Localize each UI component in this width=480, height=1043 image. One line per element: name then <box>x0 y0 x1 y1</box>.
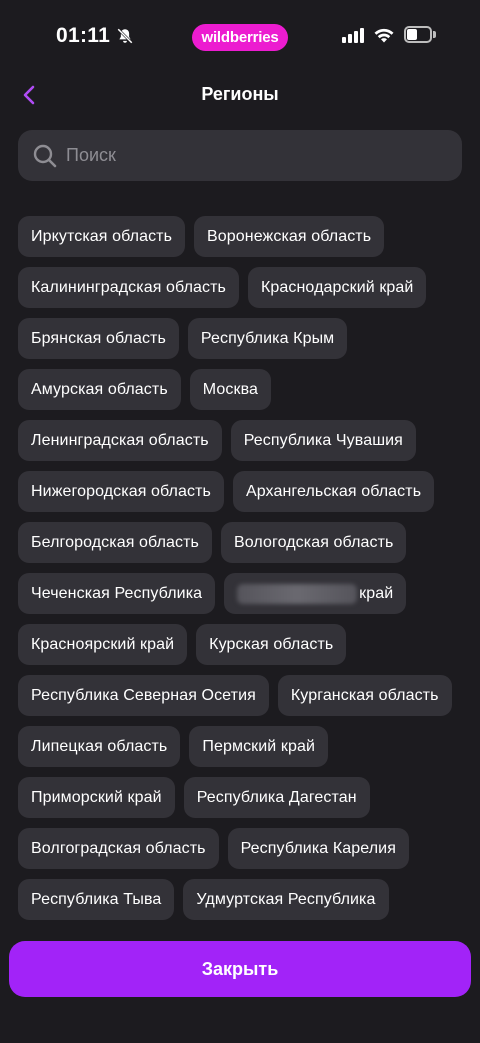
region-chip-label: Республика Крым <box>200 329 335 347</box>
region-chip-label: Иркутская область <box>31 227 173 245</box>
region-chip[interactable]: Республика Дагестан <box>183 777 370 818</box>
region-chip-label: Республика Карелия <box>240 839 396 857</box>
redacted-text-blur <box>237 583 358 604</box>
region-chip[interactable]: Республика Крым <box>187 318 348 359</box>
region-chip[interactable]: Республика Тыва <box>18 879 175 920</box>
region-chip-label: Пермский край <box>202 737 316 755</box>
region-chip[interactable]: Республика Северная Осетия <box>18 675 269 716</box>
page-title: Регионы <box>201 84 279 104</box>
region-chip-label: Республика Чувашия <box>243 431 403 449</box>
regions-screen: 01:11 wildberries Регионы Поиск Иркутска… <box>0 0 480 1043</box>
region-chip[interactable]: Курганская область <box>277 675 452 716</box>
region-chip[interactable]: Республика Карелия <box>227 828 409 869</box>
status-bar: 01:11 wildberries <box>0 0 480 72</box>
region-chip-redacted[interactable]: край <box>224 573 407 614</box>
region-chip[interactable]: Чеченская Республика <box>18 573 216 614</box>
region-chip-label: Липецкая область <box>31 737 168 755</box>
region-chip-label: Ленинградская область <box>31 431 209 449</box>
status-indicators <box>342 26 436 43</box>
search-input[interactable] <box>66 130 462 181</box>
region-chip-label: Белгородская область <box>31 533 199 551</box>
region-chip[interactable]: Пермский край <box>189 726 329 767</box>
region-chip-label: Нижегородская область <box>31 482 211 500</box>
region-chip[interactable]: Архангельская область <box>232 471 435 512</box>
search-icon <box>33 144 57 167</box>
region-chip[interactable]: Ленинградская область <box>18 420 222 461</box>
close-button[interactable]: Закрыть <box>9 941 471 997</box>
region-chip[interactable]: Брянская область <box>18 318 179 359</box>
region-chip[interactable]: Белгородская область <box>18 522 212 563</box>
region-chip[interactable]: Воронежская область <box>194 216 385 257</box>
region-chip[interactable]: Волгоградская область <box>18 828 219 869</box>
region-chip-label: Калининградская область <box>31 278 226 296</box>
region-chip[interactable]: Приморский край <box>18 777 175 818</box>
region-chip[interactable]: Удмуртская Республика <box>183 879 389 920</box>
search-box[interactable] <box>18 130 462 181</box>
region-chip[interactable]: Нижегородская область <box>18 471 224 512</box>
region-chip-label: Курская область <box>209 635 334 653</box>
region-chip[interactable]: Иркутская область <box>18 216 186 257</box>
wifi-icon <box>374 28 394 42</box>
brand-badge: wildberries <box>192 24 288 51</box>
region-chip[interactable]: Красноярский край <box>18 624 188 665</box>
region-chip-label: Волгоградская область <box>31 839 206 857</box>
region-chip-label: Архангельская область <box>245 482 422 500</box>
region-chip[interactable]: Курская область <box>196 624 347 665</box>
region-chip-label: Амурская область <box>31 380 168 398</box>
bell-slash-icon <box>117 28 133 44</box>
region-chip-label: Краснодарский край <box>260 278 414 296</box>
region-chip[interactable]: Краснодарский край <box>247 267 427 308</box>
region-chip-label: Курганская область <box>290 686 439 704</box>
region-chip-label: Республика Северная Осетия <box>31 686 256 704</box>
region-chip[interactable]: Москва <box>189 369 272 410</box>
region-chip[interactable]: Липецкая область <box>18 726 181 767</box>
region-chip-label: Москва <box>202 380 259 398</box>
region-chip[interactable]: Калининградская область <box>18 267 239 308</box>
region-chip-label: Вологодская область <box>233 533 394 551</box>
region-chip[interactable]: Вологодская область <box>220 522 407 563</box>
region-chip-label: Брянская область <box>31 329 166 347</box>
status-time: 01:11 <box>56 24 111 47</box>
region-chip[interactable]: Амурская область <box>18 369 181 410</box>
status-time-group: 01:11 <box>56 24 134 48</box>
region-chip-label: Удмуртская Республика <box>196 890 376 908</box>
region-chip[interactable]: Республика Чувашия <box>230 420 416 461</box>
region-chip-label: Республика Дагестан <box>196 788 357 806</box>
region-chip-list: Иркутская область Воронежская область Ка… <box>18 216 462 928</box>
region-chip-label: край <box>359 584 394 602</box>
battery-icon <box>404 26 436 43</box>
header: Регионы <box>0 72 480 118</box>
region-chip-label: Приморский край <box>31 788 162 806</box>
region-chip-label: Чеченская Республика <box>31 584 203 602</box>
cellular-signal-icon <box>342 27 364 43</box>
region-chip-label: Воронежская область <box>207 227 372 245</box>
region-chip-label: Красноярский край <box>31 635 175 653</box>
region-chip-label: Республика Тыва <box>31 890 162 908</box>
